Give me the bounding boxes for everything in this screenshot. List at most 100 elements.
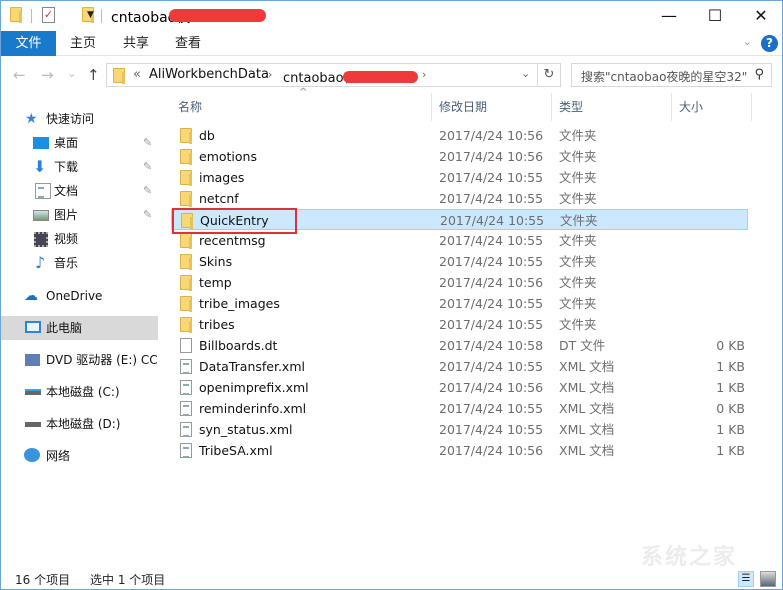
- file-row[interactable]: Billboards.dt 2017/4/24 10:58 DT 文件 0 KB: [171, 335, 748, 356]
- column-header-name[interactable]: 名称: [178, 93, 202, 121]
- sidebar-item-drive-d[interactable]: 本地磁盘 (D:): [1, 412, 158, 436]
- file-row[interactable]: temp 2017/4/24 10:56 文件夹: [171, 272, 748, 293]
- sidebar-item-label: 视频: [54, 232, 79, 246]
- file-type: 文件夹: [560, 213, 598, 228]
- annotation-highlight-box: [172, 208, 297, 234]
- sidebar-item-network[interactable]: 网络: [1, 444, 158, 468]
- pin-icon[interactable]: ✎: [143, 179, 152, 203]
- close-button[interactable]: ✕: [738, 1, 783, 31]
- file-row[interactable]: netcnf 2017/4/24 10:55 文件夹: [171, 188, 748, 209]
- expand-ribbon-icon[interactable]: ⌄: [743, 35, 752, 48]
- folder-icon: [180, 149, 192, 165]
- details-view-button[interactable]: ☰: [738, 571, 754, 587]
- file-row[interactable]: emotions 2017/4/24 10:56 文件夹: [171, 146, 748, 167]
- dvd-drive-icon: [25, 354, 40, 366]
- xml-file-icon: [180, 422, 192, 437]
- xml-file-icon: [180, 443, 192, 458]
- forward-button[interactable]: →: [41, 66, 54, 84]
- back-button[interactable]: ←: [13, 66, 26, 84]
- file-row[interactable]: tribes 2017/4/24 10:55 文件夹: [171, 314, 748, 335]
- sidebar-item-music[interactable]: ♪ 音乐: [1, 251, 158, 275]
- file-name: Billboards.dt: [199, 338, 278, 353]
- videos-icon: [34, 232, 48, 247]
- sidebar-item-desktop[interactable]: 桌面 ✎: [1, 131, 158, 155]
- recent-locations-button[interactable]: ⌄: [67, 67, 76, 80]
- navigation-pane: ★ 快速访问 桌面 ✎ ⬇ 下载 ✎ 文档 ✎ 图片 ✎ 视频 ♪ 音乐 ☁ O…: [1, 93, 158, 563]
- sidebar-item-videos[interactable]: 视频: [1, 227, 158, 251]
- pin-icon[interactable]: ✎: [143, 203, 152, 227]
- tab-view[interactable]: 查看: [168, 31, 208, 56]
- file-row[interactable]: reminderinfo.xml 2017/4/24 10:55 XML 文档 0 K…: [171, 398, 748, 419]
- file-size: 0 KB: [716, 338, 745, 353]
- file-type: 文件夹: [559, 254, 597, 269]
- file-row[interactable]: DataTransfer.xml 2017/4/24 10:55 XML 文档 1 K…: [171, 356, 748, 377]
- title-bar: ✓ ▼ cntaobao夜 — ☐ ✕: [1, 1, 782, 31]
- address-bar[interactable]: « AliWorkbenchData › cntaobao夜 › ⌄: [106, 63, 561, 87]
- search-input[interactable]: 搜索"cntaobao夜晚的星空32" ⚲: [571, 63, 772, 87]
- column-divider[interactable]: [671, 93, 672, 121]
- tab-home[interactable]: 主页: [63, 31, 103, 56]
- sidebar-item-drive-c[interactable]: 本地磁盘 (C:): [1, 380, 158, 404]
- minimize-button[interactable]: —: [646, 1, 692, 31]
- tab-share[interactable]: 共享: [116, 31, 156, 56]
- up-button[interactable]: ↑: [87, 66, 100, 84]
- xml-file-icon: [180, 359, 192, 374]
- sidebar-item-downloads[interactable]: ⬇ 下载 ✎: [1, 155, 158, 179]
- customize-dropdown-icon[interactable]: ▼: [87, 10, 94, 20]
- file-row[interactable]: db 2017/4/24 10:56 文件夹: [171, 125, 748, 146]
- maximize-button[interactable]: ☐: [692, 1, 738, 31]
- sidebar-item-pictures[interactable]: 图片 ✎: [1, 203, 158, 227]
- sidebar-item-quick-access[interactable]: ★ 快速访问: [1, 107, 158, 131]
- folder-icon: [180, 170, 192, 186]
- breadcrumb-item[interactable]: AliWorkbenchData: [149, 67, 269, 82]
- column-divider[interactable]: [751, 93, 752, 121]
- column-header-size[interactable]: 大小: [679, 93, 703, 121]
- file-row[interactable]: tribe_images 2017/4/24 10:55 文件夹: [171, 293, 748, 314]
- sidebar-item-onedrive[interactable]: ☁ OneDrive: [1, 284, 158, 308]
- tab-file[interactable]: 文件: [1, 31, 56, 56]
- file-type: 文件夹: [559, 275, 597, 290]
- file-name: reminderinfo.xml: [199, 401, 307, 416]
- folder-icon: [180, 128, 192, 144]
- refresh-button[interactable]: ↻: [537, 63, 561, 87]
- column-header-type[interactable]: 类型: [559, 93, 583, 121]
- column-divider[interactable]: [551, 93, 552, 121]
- large-icons-view-button[interactable]: [760, 571, 776, 587]
- file-date: 2017/4/24 10:55: [439, 317, 544, 332]
- file-row[interactable]: syn_status.xml 2017/4/24 10:55 XML 文档 1 KB: [171, 419, 748, 440]
- file-row[interactable]: images 2017/4/24 10:55 文件夹: [171, 167, 748, 188]
- help-icon[interactable]: ?: [761, 35, 778, 52]
- column-header-date[interactable]: 修改日期: [439, 93, 487, 121]
- address-dropdown-icon[interactable]: ⌄: [521, 67, 530, 80]
- selection-count: 选中 1 个项目: [90, 573, 166, 587]
- pin-icon[interactable]: ✎: [143, 155, 152, 179]
- navigation-bar: ← → ⌄ ↑ « AliWorkbenchData › cntaobao夜 ›…: [1, 57, 782, 92]
- breadcrumb-separator[interactable]: ›: [422, 68, 426, 81]
- breadcrumb-separator[interactable]: ›: [268, 68, 272, 81]
- file-name: openimprefix.xml: [199, 380, 309, 395]
- file-date: 2017/4/24 10:56: [439, 128, 544, 143]
- file-row[interactable]: openimprefix.xml 2017/4/24 10:56 XML 文档 1 K…: [171, 377, 748, 398]
- file-date: 2017/4/24 10:55: [439, 359, 544, 374]
- xml-file-icon: [180, 380, 192, 395]
- file-name: DataTransfer.xml: [199, 359, 305, 374]
- ribbon-tabs: 文件 主页 共享 查看 ⌄ ?: [1, 31, 782, 56]
- file-name: Skins: [199, 254, 233, 269]
- watermark: 系统之家: [641, 545, 738, 570]
- sidebar-item-documents[interactable]: 文档 ✎: [1, 179, 158, 203]
- explorer-window: ✓ ▼ cntaobao夜 — ☐ ✕ 文件 主页 共享 查看 ⌄ ? ← → …: [0, 0, 783, 590]
- file-list: ^ 名称 修改日期 类型 大小 db 2017/4/24 10:56 文件夹 emot…: [166, 87, 782, 563]
- file-type: 文件夹: [559, 191, 597, 206]
- file-row[interactable]: Skins 2017/4/24 10:55 文件夹: [171, 251, 748, 272]
- sidebar-item-dvd-drive[interactable]: DVD 驱动器 (E:) CCS: [1, 348, 158, 372]
- pin-icon[interactable]: ✎: [143, 131, 152, 155]
- sidebar-item-this-pc[interactable]: 此电脑: [1, 316, 158, 340]
- file-name: syn_status.xml: [199, 422, 293, 437]
- properties-check-icon[interactable]: ✓: [42, 7, 55, 23]
- breadcrumb-overflow[interactable]: «: [133, 67, 141, 82]
- file-icon: [180, 338, 192, 353]
- file-row[interactable]: TribeSA.xml 2017/4/24 10:56 XML 文档 1 KB: [171, 440, 748, 461]
- folder-icon: [180, 296, 192, 312]
- column-divider[interactable]: [431, 93, 432, 121]
- sidebar-item-label: 本地磁盘 (C:): [46, 385, 120, 399]
